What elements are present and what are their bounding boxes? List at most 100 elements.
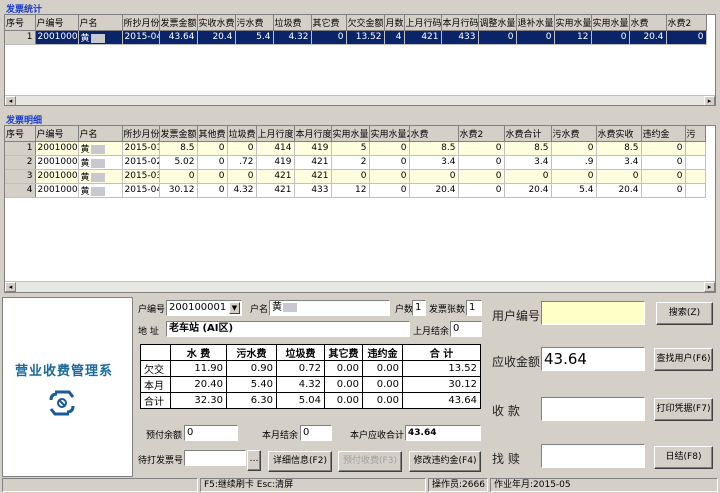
column-header[interactable]: 水费2 (666, 15, 707, 31)
summary-row: 合计 32.30 6.30 5.04 0.00 0.00 43.64 (140, 392, 481, 409)
receivable-field[interactable]: 43.64 (405, 425, 481, 441)
table-cell: 8.5 (596, 141, 642, 156)
daily-settlement-button[interactable]: 日结(F8) (654, 446, 713, 469)
amount-label: 应收金额 (492, 355, 541, 369)
table-row[interactable]: 1200100001黄2015-018.500414419508.508.508… (5, 141, 706, 156)
column-header[interactable]: 月数 (384, 15, 405, 31)
summary-header: 污水费 (226, 344, 277, 361)
invoice-stats-grid[interactable]: 序号 户编号 户名 所抄月份 发票金额 实收水费 污水费 垃圾费 其它费 欠交金额 月数 上月行码 本月… (4, 14, 716, 106)
column-header[interactable]: 发票金额 (159, 15, 198, 31)
column-header[interactable]: 其他费 (197, 126, 228, 142)
column-header[interactable]: 欠交金额 (346, 15, 385, 31)
table-row[interactable]: 4200100001黄2015-0430.1204.3242143312020.… (5, 183, 706, 198)
table-cell: 200100001 (35, 141, 79, 156)
table-row[interactable]: 3200100001黄2015-0300042142100000000 (5, 169, 706, 184)
invoice-count-field[interactable]: 1 (466, 300, 482, 316)
column-header[interactable]: 实用水量 (331, 126, 370, 142)
column-header[interactable]: 污水费 (551, 126, 597, 142)
fee-summary-table: 水 费污水费 垃圾费 其它费 违约金合 计欠交 11.90 0.90 0.72 0.00 0.0… (140, 344, 481, 409)
table-row[interactable]: 2200100001黄2015-025.020.72419421203.403.… (5, 155, 706, 170)
column-header[interactable]: 水费 (409, 126, 459, 142)
meter-count-field[interactable]: 1 (412, 300, 426, 316)
search-button[interactable]: 搜索(Z) (656, 302, 713, 325)
change-label: 找 赎 (492, 452, 520, 466)
column-header[interactable]: 水费实收 (596, 126, 642, 142)
summary-cell: 43.64 (402, 392, 481, 409)
column-header[interactable]: 户名 (78, 126, 123, 142)
column-header[interactable]: 实用水量 (554, 15, 592, 31)
scroll-left-arrow[interactable]: ◂ (5, 96, 16, 105)
column-header[interactable]: 污 (685, 126, 706, 142)
table-row[interactable]: 1200100001黄2015-0443.6420.45.44.32013.52… (5, 30, 707, 45)
column-header[interactable]: 水费 (629, 15, 667, 31)
table-cell: 黄 (78, 30, 123, 45)
table-cell: 8.5 (409, 141, 459, 156)
table-cell: 0 (504, 169, 552, 184)
print-receipt-button[interactable]: 打印凭据(F7) (654, 398, 713, 421)
address-field[interactable]: 老车站 (AI区) (166, 321, 410, 337)
column-header[interactable]: 序号 (5, 15, 36, 31)
table-cell: 1 (5, 30, 36, 45)
column-header[interactable]: 垃圾费 (227, 126, 257, 142)
prepay-field[interactable]: 0 (184, 425, 238, 441)
column-header[interactable]: 实用水量 (591, 15, 630, 31)
table-cell: 2 (331, 155, 370, 170)
received-input[interactable] (541, 397, 645, 421)
table-cell: 200100001 (35, 183, 79, 198)
prepay-charge-button[interactable]: 预付收费(F3) (338, 451, 402, 472)
column-header[interactable]: 实收水费 (197, 15, 236, 31)
summary-row-label: 本月 (140, 376, 171, 393)
column-header[interactable]: 实用水量2 (369, 126, 410, 142)
column-header[interactable]: 所抄月份 (122, 15, 160, 31)
column-header[interactable]: 违约金 (641, 126, 686, 142)
find-user-button[interactable]: 查找用户(F6) (654, 348, 713, 371)
column-header[interactable]: 发票金额 (159, 126, 198, 142)
detail-info-button[interactable]: 详细信息(F2) (268, 451, 332, 472)
scroll-left-arrow[interactable]: ◂ (5, 282, 16, 292)
column-header[interactable]: 水费合计 (504, 126, 552, 142)
column-header[interactable]: 水费2 (458, 126, 505, 142)
column-header[interactable]: 调整水量 (478, 15, 517, 31)
column-header[interactable]: 本月行码 (441, 15, 479, 31)
column-header[interactable]: 所抄月份 (122, 126, 160, 142)
column-header[interactable]: 污水费 (235, 15, 274, 31)
table-cell: 0 (641, 141, 686, 156)
table-cell: 0 (369, 169, 410, 184)
table-cell: 30.12 (159, 183, 198, 198)
last-balance-field[interactable]: 0 (450, 321, 482, 337)
name-field[interactable]: 黄 (269, 300, 390, 316)
table-cell: 黄 (78, 141, 123, 156)
column-header[interactable]: 退补水量 (516, 15, 555, 31)
invoice-detail-grid[interactable]: 序号 户编号 户名 所抄月份 发票金额 其他费 垃圾费 上月行度 本月行度 实用水量 实用水量2 水费… (4, 125, 716, 293)
chevron-down-icon[interactable]: ▼ (229, 302, 240, 314)
modify-penalty-button[interactable]: 修改违约金(F4) (409, 451, 481, 472)
change-field[interactable] (541, 444, 645, 468)
meter-count-label: 户数 (395, 305, 414, 315)
summary-cell: 0.00 (362, 392, 403, 409)
table-cell: .72 (227, 155, 257, 170)
column-header[interactable]: 户名 (78, 15, 123, 31)
detail-hscrollbar[interactable]: ◂ ▸ (5, 281, 715, 292)
summary-cell: 13.52 (402, 360, 481, 377)
scroll-right-arrow[interactable]: ▸ (704, 96, 715, 105)
user-no-input[interactable] (541, 301, 645, 325)
this-balance-field[interactable]: 0 (300, 425, 332, 441)
customer-name: 黄 (80, 33, 90, 44)
account-select[interactable]: 200100001 ▼ (166, 300, 242, 316)
pending-invoice-field[interactable] (184, 450, 246, 466)
amount-field[interactable]: 43.64 (541, 347, 645, 371)
table-cell: 421 (256, 183, 295, 198)
column-header[interactable]: 其它费 (311, 15, 347, 31)
table-cell: 5.02 (159, 155, 198, 170)
table-cell: 0 (331, 169, 370, 184)
pending-invoice-more-button[interactable]: … (247, 450, 261, 471)
column-header[interactable]: 户编号 (35, 15, 79, 31)
column-header[interactable]: 本月行度 (294, 126, 332, 142)
column-header[interactable]: 户编号 (35, 126, 79, 142)
column-header[interactable]: 垃圾费 (273, 15, 312, 31)
column-header[interactable]: 上月行度 (256, 126, 295, 142)
column-header[interactable]: 上月行码 (404, 15, 442, 31)
stats-hscrollbar[interactable]: ◂ ▸ (5, 95, 715, 105)
scroll-right-arrow[interactable]: ▸ (704, 282, 715, 292)
column-header[interactable]: 序号 (5, 126, 36, 142)
